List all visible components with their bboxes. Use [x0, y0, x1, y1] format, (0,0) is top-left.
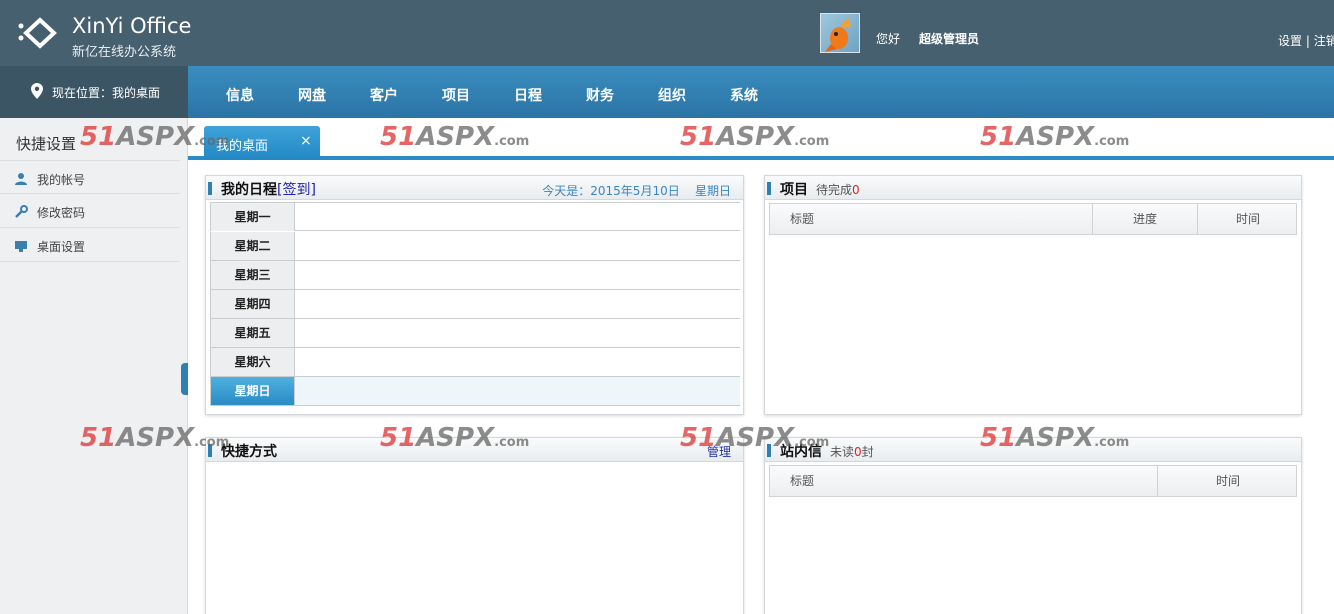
app-title: XinYi Office	[72, 14, 192, 38]
pending-count: 0	[852, 183, 860, 197]
messages-panel: 站内信 未读0封 标题 时间	[764, 437, 1302, 614]
day-label: 星期二	[210, 232, 295, 260]
project-panel: 项目 待完成0 标题 进度 时间	[764, 175, 1302, 415]
top-links: 设置 | 注销	[1278, 32, 1334, 49]
day-label: 星期六	[210, 348, 295, 376]
location-text: 现在位置：我的桌面	[52, 86, 161, 100]
nav-item-info[interactable]: 信息	[226, 85, 254, 105]
week-row[interactable]: 星期一	[210, 202, 740, 231]
nav-item-disk[interactable]: 网盘	[298, 85, 326, 105]
nav-item-project[interactable]: 项目	[442, 85, 470, 105]
panel-title: 我的日程[签到]	[221, 179, 316, 199]
header-marker	[767, 444, 771, 457]
schedule-title: 我的日程	[221, 182, 277, 198]
nav-item-system[interactable]: 系统	[730, 85, 758, 105]
close-icon[interactable]: ×	[300, 133, 312, 149]
project-title: 项目	[780, 182, 808, 198]
panel-title: 站内信 未读0封	[780, 441, 874, 461]
location-pin-icon	[31, 83, 43, 99]
greeting-text: 您好	[876, 32, 901, 46]
today-date: 今天是：2015年5月10日 星期日	[542, 182, 731, 199]
sidebar-item-change-password[interactable]: 修改密码	[0, 194, 180, 228]
user-icon	[15, 173, 27, 185]
header-marker	[208, 182, 212, 195]
logo-icon	[18, 17, 57, 49]
sidebar: 快捷设置 我的帐号 修改密码 桌面设置	[0, 118, 188, 614]
shortcuts-panel: 快捷方式 管理	[205, 437, 744, 614]
sidebar-collapse-handle[interactable]	[181, 363, 188, 395]
panel-header: 快捷方式 管理	[206, 438, 743, 462]
nav-item-schedule[interactable]: 日程	[514, 85, 542, 105]
sidebar-item-my-account[interactable]: 我的帐号	[0, 160, 180, 194]
logout-link[interactable]: 注销	[1314, 34, 1334, 48]
messages-title: 站内信	[780, 444, 822, 460]
sidebar-item-label: 桌面设置	[37, 240, 86, 254]
day-label: 星期五	[210, 319, 295, 347]
panel-title: 快捷方式	[221, 444, 277, 460]
unread-suffix: 封	[861, 445, 874, 459]
week-row[interactable]: 星期四	[210, 290, 740, 319]
column-header-time[interactable]: 时间	[1198, 204, 1298, 234]
header-marker	[767, 182, 771, 195]
column-header-title[interactable]: 标题	[770, 204, 1093, 234]
day-label: 星期一	[210, 203, 295, 231]
day-label: 星期日	[210, 377, 295, 405]
today-weekday: 星期日	[694, 184, 731, 198]
day-label: 星期三	[210, 261, 295, 289]
sidebar-item-desktop-settings[interactable]: 桌面设置	[0, 228, 180, 262]
week-row[interactable]: 星期五	[210, 319, 740, 348]
user-name[interactable]: 超级管理员	[919, 30, 979, 47]
day-label: 星期四	[210, 290, 295, 318]
panel-header: 站内信 未读0封	[765, 438, 1301, 462]
panel-header: 我的日程[签到] 今天是：2015年5月10日 星期日	[206, 176, 743, 200]
column-header-title[interactable]: 标题	[770, 466, 1158, 496]
goldfish-avatar-icon	[825, 18, 851, 52]
app-subtitle: 新亿在线办公系统	[72, 45, 177, 60]
wrench-icon	[15, 205, 28, 218]
week-row-today[interactable]: 星期日	[210, 377, 740, 406]
messages-grid-header: 标题 时间	[769, 465, 1297, 497]
project-grid-header: 标题 进度 时间	[769, 203, 1297, 235]
avatar[interactable]	[820, 13, 860, 53]
nav-item-customer[interactable]: 客户	[370, 85, 398, 105]
week-row[interactable]: 星期三	[210, 261, 740, 290]
header-marker	[208, 444, 212, 457]
tab-my-desktop[interactable]: 我的桌面 ×	[204, 126, 320, 160]
nav-item-finance[interactable]: 财务	[586, 85, 614, 105]
today-label: 今天是：2015年5月10日	[542, 184, 680, 198]
tab-label: 我的桌面	[216, 139, 269, 154]
link-separator: |	[1305, 34, 1310, 48]
sign-in-link[interactable]: [签到]	[277, 182, 316, 198]
monitor-icon	[15, 241, 27, 252]
panel-header: 项目 待完成0	[765, 176, 1301, 200]
unread-label: 未读	[830, 445, 855, 459]
column-header-time[interactable]: 时间	[1158, 466, 1298, 496]
manage-link[interactable]: 管理	[707, 443, 731, 460]
top-header: XinYi Office 新亿在线办公系统 您好 超级管理员 设置 | 注销	[0, 0, 1334, 66]
tab-bar: 我的桌面 ×	[188, 118, 1334, 160]
column-header-progress[interactable]: 进度	[1093, 204, 1198, 234]
main-nav: 现在位置：我的桌面 信息 网盘 客户 项目 日程 财务 组织 系统	[0, 66, 1334, 118]
sidebar-title: 快捷设置	[16, 135, 77, 153]
sidebar-item-label: 我的帐号	[37, 173, 86, 187]
panel-title: 项目 待完成0	[780, 179, 860, 199]
settings-link[interactable]: 设置	[1278, 34, 1302, 48]
unread-count: 0	[854, 445, 862, 459]
unread-info: 未读0封	[830, 445, 874, 459]
current-location: 现在位置：我的桌面	[0, 66, 188, 118]
schedule-panel: 我的日程[签到] 今天是：2015年5月10日 星期日 星期一 星期二 星期三 …	[205, 175, 744, 415]
pending-label: 待完成	[816, 183, 853, 197]
week-row[interactable]: 星期六	[210, 348, 740, 377]
pending-info: 待完成0	[816, 183, 860, 197]
week-row[interactable]: 星期二	[210, 232, 740, 261]
nav-item-organization[interactable]: 组织	[658, 85, 686, 105]
sidebar-item-label: 修改密码	[37, 206, 86, 220]
